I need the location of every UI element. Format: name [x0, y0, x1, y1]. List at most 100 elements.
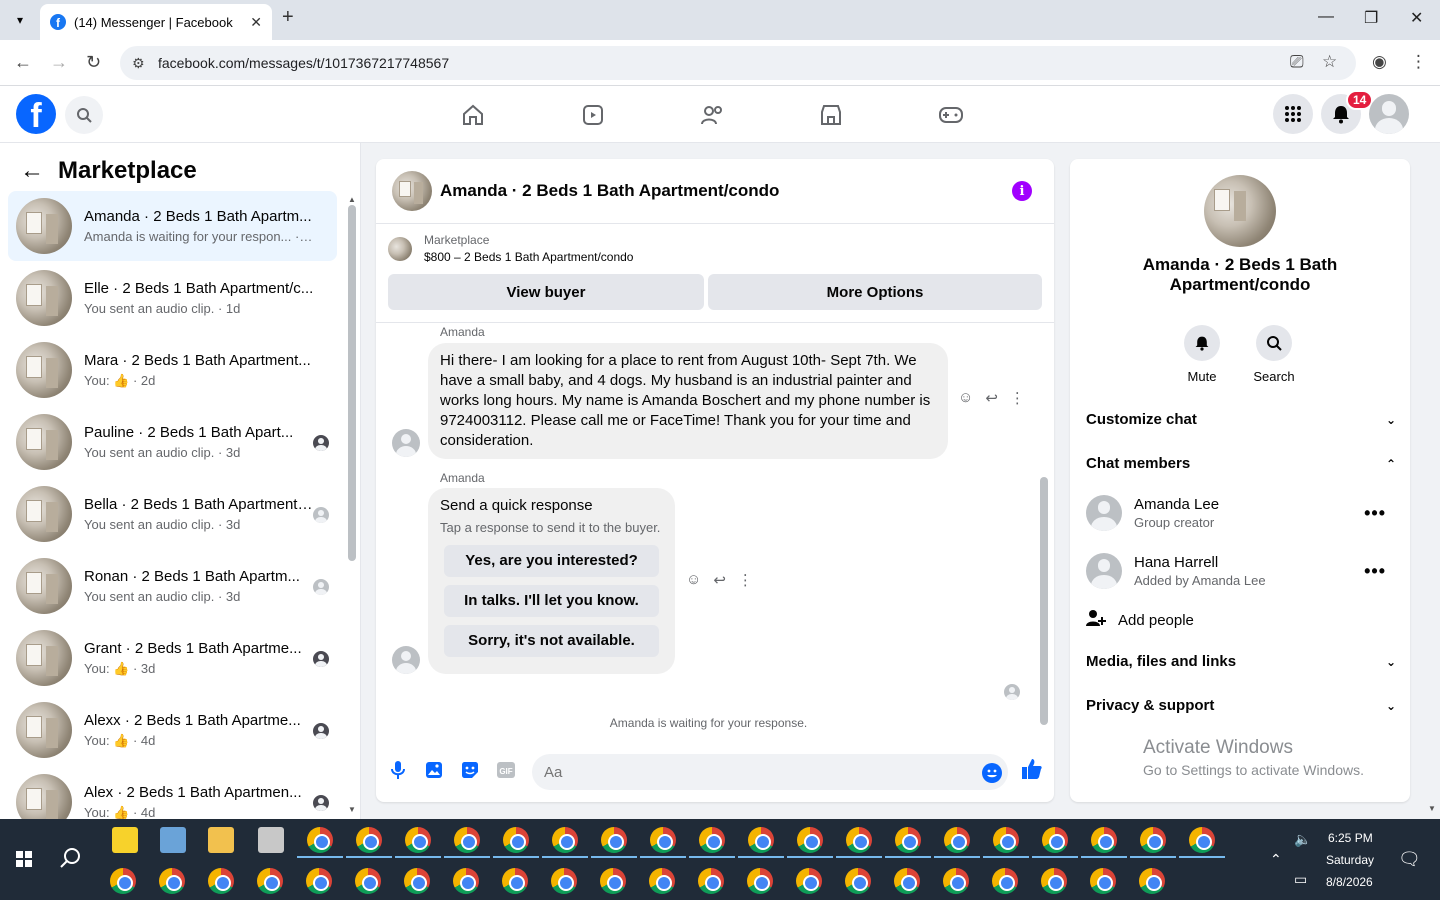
message-bubble[interactable]: Hi there- I am looking for a place to re…	[428, 343, 948, 459]
conversation-item[interactable]: Mara · 2 Beds 1 Bath Apartment... You: 👍 …	[8, 335, 337, 405]
chrome-app-icon[interactable]	[894, 868, 920, 894]
react-emoji-icon[interactable]: ☺	[686, 571, 701, 589]
address-bar[interactable]: facebook.com/messages/t/1017367217748567	[120, 46, 1356, 80]
clock-day[interactable]: Saturday	[1326, 853, 1374, 867]
chrome-app-icon[interactable]	[110, 868, 136, 894]
chrome-app-icon[interactable]	[895, 827, 921, 853]
chrome-app-icon[interactable]	[845, 868, 871, 894]
more-actions-icon[interactable]: ⋮	[1010, 389, 1025, 407]
scroll-up-arrow[interactable]: ▲	[348, 195, 356, 204]
customize-chat-row[interactable]: Customize chat ⌄	[1086, 411, 1396, 428]
chrome-app-icon[interactable]	[502, 868, 528, 894]
info-icon[interactable]: i	[1012, 181, 1032, 201]
sender-avatar[interactable]	[392, 429, 420, 457]
quick-response-yes-button[interactable]: Yes, are you interested?	[444, 545, 659, 577]
photo-icon[interactable]	[424, 760, 444, 780]
menu-grid-icon[interactable]	[1273, 94, 1313, 134]
conversation-item[interactable]: Alexx · 2 Beds 1 Bath Apartme... You: 👍 ·…	[8, 695, 337, 765]
tab-search-menu-icon[interactable]: ▾	[8, 8, 32, 32]
profile-icon[interactable]: ◉	[1372, 52, 1387, 72]
chat-title[interactable]: Amanda · 2 Beds 1 Bath Apartment/condo	[440, 181, 779, 201]
conversation-item[interactable]: Alex · 2 Beds 1 Bath Apartmen... You: 👍 ·…	[8, 767, 337, 819]
chrome-app-icon[interactable]	[993, 827, 1019, 853]
conversation-item[interactable]: Bella · 2 Beds 1 Bath Apartment/... You s…	[8, 479, 337, 549]
video-icon[interactable]	[578, 100, 608, 130]
listing-photo[interactable]	[392, 171, 432, 211]
browser-tab[interactable]: f (14) Messenger | Facebook ✕	[40, 4, 272, 40]
install-app-icon[interactable]: ⎚	[1290, 52, 1304, 72]
chrome-app-icon[interactable]	[307, 827, 333, 853]
browser-menu-icon[interactable]: ⋮	[1410, 52, 1427, 72]
emoji-icon[interactable]	[982, 763, 1002, 783]
sticky-app-icon[interactable]	[112, 827, 138, 853]
member-row[interactable]: Amanda Lee Group creator •••	[1086, 491, 1396, 535]
member-row[interactable]: Hana Harrell Added by Amanda Lee •••	[1086, 549, 1396, 593]
quick-response-sorry-button[interactable]: Sorry, it's not available.	[444, 625, 659, 657]
chrome-app-icon[interactable]	[1042, 827, 1068, 853]
more-options-button[interactable]: More Options	[708, 274, 1042, 310]
clock-time[interactable]: 6:25 PM	[1328, 831, 1373, 845]
folder-app-icon[interactable]	[208, 827, 234, 853]
close-window-icon[interactable]: ✕	[1410, 8, 1423, 28]
show-hidden-icons-icon[interactable]: ⌃	[1270, 851, 1282, 868]
sender-avatar[interactable]	[392, 646, 420, 674]
react-emoji-icon[interactable]: ☺	[958, 389, 973, 407]
chrome-app-icon[interactable]	[552, 827, 578, 853]
conversation-item[interactable]: Grant · 2 Beds 1 Bath Apartme... You: 👍 ·…	[8, 623, 337, 693]
network-icon[interactable]: ▭	[1294, 871, 1307, 888]
microphone-icon[interactable]	[388, 760, 408, 780]
chrome-app-icon[interactable]	[698, 868, 724, 894]
new-tab-icon[interactable]: +	[282, 6, 294, 29]
chrome-app-icon[interactable]	[747, 868, 773, 894]
chrome-app-icon[interactable]	[944, 827, 970, 853]
chrome-app-icon[interactable]	[796, 868, 822, 894]
more-actions-icon[interactable]: ⋮	[738, 571, 753, 589]
back-icon[interactable]: ←	[14, 52, 32, 73]
more-horizontal-icon[interactable]: •••	[1364, 561, 1386, 582]
tab-close-icon[interactable]: ✕	[250, 14, 262, 31]
clock-date[interactable]: 8/8/2026	[1326, 875, 1373, 889]
reload-icon[interactable]: ↻	[86, 52, 101, 73]
marketplace-listing[interactable]: Marketplace $800 – 2 Beds 1 Bath Apartme…	[388, 233, 633, 264]
taskbar-search-icon[interactable]	[60, 847, 82, 875]
chrome-app-icon[interactable]	[356, 827, 382, 853]
maximize-icon[interactable]: ❐	[1364, 8, 1378, 28]
conversation-item[interactable]: Elle · 2 Beds 1 Bath Apartment/c... You s…	[8, 263, 337, 333]
chrome-app-icon[interactable]	[453, 868, 479, 894]
account-avatar[interactable]	[1369, 94, 1409, 134]
message-input[interactable]	[532, 754, 1008, 790]
chrome-app-icon[interactable]	[257, 868, 283, 894]
paint-app-icon[interactable]	[258, 827, 284, 853]
mute-button[interactable]: Mute	[1162, 325, 1242, 384]
add-people-row[interactable]: Add people	[1086, 609, 1396, 631]
gif-icon[interactable]: GIF	[496, 760, 516, 780]
facebook-logo-icon[interactable]: f	[16, 94, 56, 134]
chrome-app-icon[interactable]	[1041, 868, 1067, 894]
chrome-app-icon[interactable]	[404, 868, 430, 894]
chrome-app-icon[interactable]	[1091, 827, 1117, 853]
chat-members-row[interactable]: Chat members ⌃	[1086, 455, 1396, 472]
reply-icon[interactable]: ↩	[985, 389, 998, 407]
chrome-app-icon[interactable]	[551, 868, 577, 894]
chrome-app-icon[interactable]	[454, 827, 480, 853]
chat-scrollbar[interactable]	[1040, 477, 1048, 725]
scroll-down-arrow[interactable]: ▼	[348, 805, 356, 814]
marketplace-icon[interactable]	[816, 100, 846, 130]
search-icon[interactable]	[65, 96, 103, 134]
chrome-app-icon[interactable]	[1090, 868, 1116, 894]
chrome-app-icon[interactable]	[748, 827, 774, 853]
bookmark-star-icon[interactable]: ☆	[1322, 52, 1337, 72]
chrome-app-icon[interactable]	[699, 827, 725, 853]
search-conversation-button[interactable]: Search	[1234, 325, 1314, 384]
home-icon[interactable]	[458, 100, 488, 130]
details-listing-photo[interactable]	[1204, 175, 1276, 247]
chrome-app-icon[interactable]	[601, 827, 627, 853]
view-buyer-button[interactable]: View buyer	[388, 274, 704, 310]
chrome-app-icon[interactable]	[159, 868, 185, 894]
chrome-app-icon[interactable]	[600, 868, 626, 894]
chrome-app-icon[interactable]	[1140, 827, 1166, 853]
more-horizontal-icon[interactable]: •••	[1364, 503, 1386, 524]
minimize-icon[interactable]: —	[1318, 8, 1334, 26]
chrome-app-icon[interactable]	[846, 827, 872, 853]
quick-response-in-talks-button[interactable]: In talks. I'll let you know.	[444, 585, 659, 617]
